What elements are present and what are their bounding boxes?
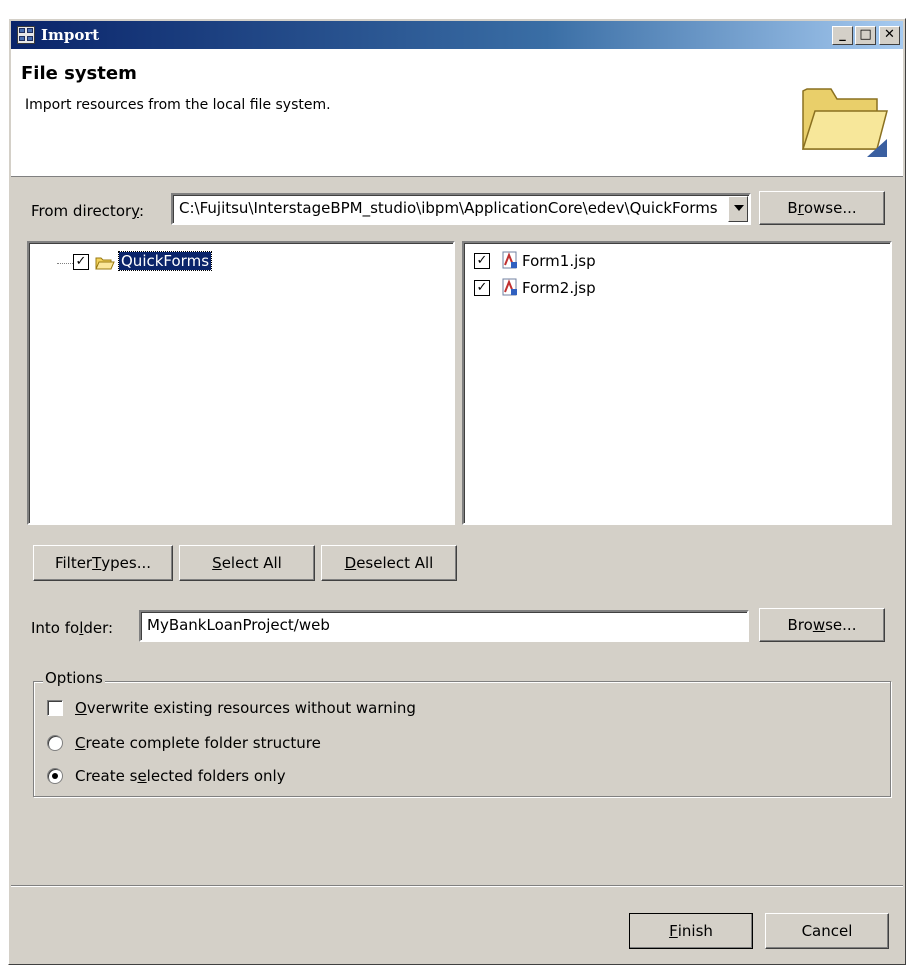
from-directory-value: C:\Fujitsu\InterstageBPM_studio\ibpm\App… [179, 199, 718, 217]
selected-folders-only-radio[interactable] [47, 768, 63, 784]
overwrite-label[interactable]: Overwrite existing resources without war… [75, 699, 416, 717]
into-folder-browse-button[interactable]: Bro w se... [759, 608, 885, 642]
page-title: File system [21, 63, 137, 84]
folder-open-icon [95, 257, 115, 270]
open-folder-icon [801, 88, 888, 157]
finish-button[interactable]: Finish [629, 913, 753, 949]
complete-folder-structure-label[interactable]: Create complete folder structure [75, 734, 321, 752]
page-description: Import resources from the local file sys… [25, 97, 331, 113]
into-folder-field[interactable]: MyBankLoanProject/web [139, 610, 749, 642]
tree-connector [57, 263, 73, 264]
maximize-button[interactable]: □ [855, 26, 876, 45]
footer-separator [11, 885, 903, 887]
chevron-down-icon[interactable] [728, 196, 748, 222]
jsp-file-icon [502, 278, 517, 296]
tree-item-quickforms[interactable]: QuickForms [117, 251, 213, 271]
into-folder-value: MyBankLoanProject/web [147, 616, 330, 634]
import-wizard-icon [17, 26, 35, 44]
selected-folders-only-label[interactable]: Create selected folders only [75, 767, 286, 785]
overwrite-checkbox[interactable] [47, 700, 63, 716]
file-item-label[interactable]: Form1.jsp [522, 252, 596, 270]
into-folder-label: Into folder: [31, 619, 114, 637]
from-directory-browse-button[interactable]: Br owse... [759, 191, 885, 225]
file-checkbox[interactable]: ✓ [474, 253, 490, 269]
filter-types-button[interactable]: Filter Types... [33, 545, 173, 581]
from-directory-combo[interactable]: C:\Fujitsu\InterstageBPM_studio\ibpm\App… [171, 193, 751, 225]
deselect-all-button[interactable]: Deselect All [321, 545, 457, 581]
import-dialog: Import _ □ ✕ File system Import resource… [8, 18, 906, 965]
complete-folder-structure-radio[interactable] [47, 735, 63, 751]
wizard-header: File system Import resources from the lo… [11, 49, 903, 177]
options-legend: Options [43, 669, 105, 687]
minimize-button[interactable]: _ [832, 26, 853, 45]
file-list[interactable]: ✓ Form1.jsp ✓ Form2.jsp [462, 241, 892, 525]
file-item-label[interactable]: Form2.jsp [522, 279, 596, 297]
from-directory-label: From directory: [31, 202, 145, 220]
folder-tree[interactable]: ✓ QuickForms [27, 241, 455, 525]
close-button[interactable]: ✕ [879, 26, 900, 45]
select-all-button[interactable]: Select All [179, 545, 315, 581]
window-title: Import [41, 26, 100, 44]
cancel-button[interactable]: Cancel [765, 913, 889, 949]
jsp-file-icon [502, 251, 517, 269]
file-checkbox[interactable]: ✓ [474, 280, 490, 296]
tree-item-checkbox[interactable]: ✓ [73, 254, 89, 270]
title-bar[interactable]: Import _ □ ✕ [11, 21, 903, 49]
